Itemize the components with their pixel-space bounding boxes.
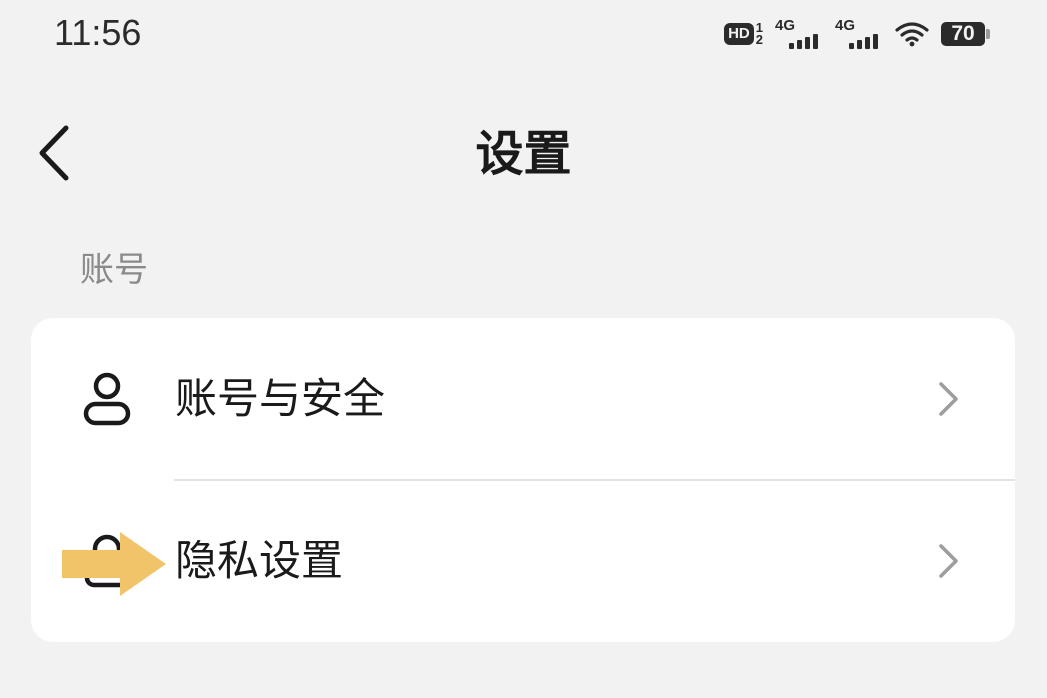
account-security-label: 账号与安全	[175, 374, 386, 423]
page-title: 设置	[475, 126, 572, 182]
sim1-signal-bars	[789, 34, 818, 49]
sim1-signal-icon: 4G	[775, 17, 823, 49]
battery-icon: 70	[941, 21, 991, 47]
sim2-network-label: 4G	[835, 17, 856, 34]
settings-card: 账号与安全 隐私设置	[31, 318, 1015, 642]
battery-cap	[986, 29, 990, 39]
user-icon	[83, 372, 131, 426]
battery-level: 70	[941, 22, 985, 46]
list-item-privacy-settings[interactable]: 隐私设置	[31, 480, 1015, 642]
sim2-signal-icon: 4G	[835, 17, 883, 49]
status-bar: 11:56 HD 1 2 4G 4G 70	[0, 0, 1047, 68]
nav-bar: 设置	[0, 100, 1047, 210]
chevron-right-icon	[939, 544, 958, 578]
arrow-right-icon	[62, 532, 166, 596]
status-icons: HD 1 2 4G 4G 70	[724, 14, 991, 54]
chevron-right-icon	[939, 382, 958, 416]
section-header-account: 账号	[80, 250, 148, 290]
hd-badge: HD	[724, 23, 754, 45]
status-time: 11:56	[54, 12, 142, 53]
sim2-signal-bars	[849, 34, 878, 49]
wifi-icon	[895, 22, 929, 47]
list-item-account-security[interactable]: 账号与安全	[31, 318, 1015, 480]
sim1-network-label: 4G	[775, 17, 796, 34]
hd-sim-bottom: 2	[755, 32, 763, 47]
privacy-settings-label: 隐私设置	[175, 536, 344, 585]
hd-voice-indicator: HD 1 2	[724, 21, 763, 47]
hd-sim-numbers: 1 2	[755, 21, 763, 47]
